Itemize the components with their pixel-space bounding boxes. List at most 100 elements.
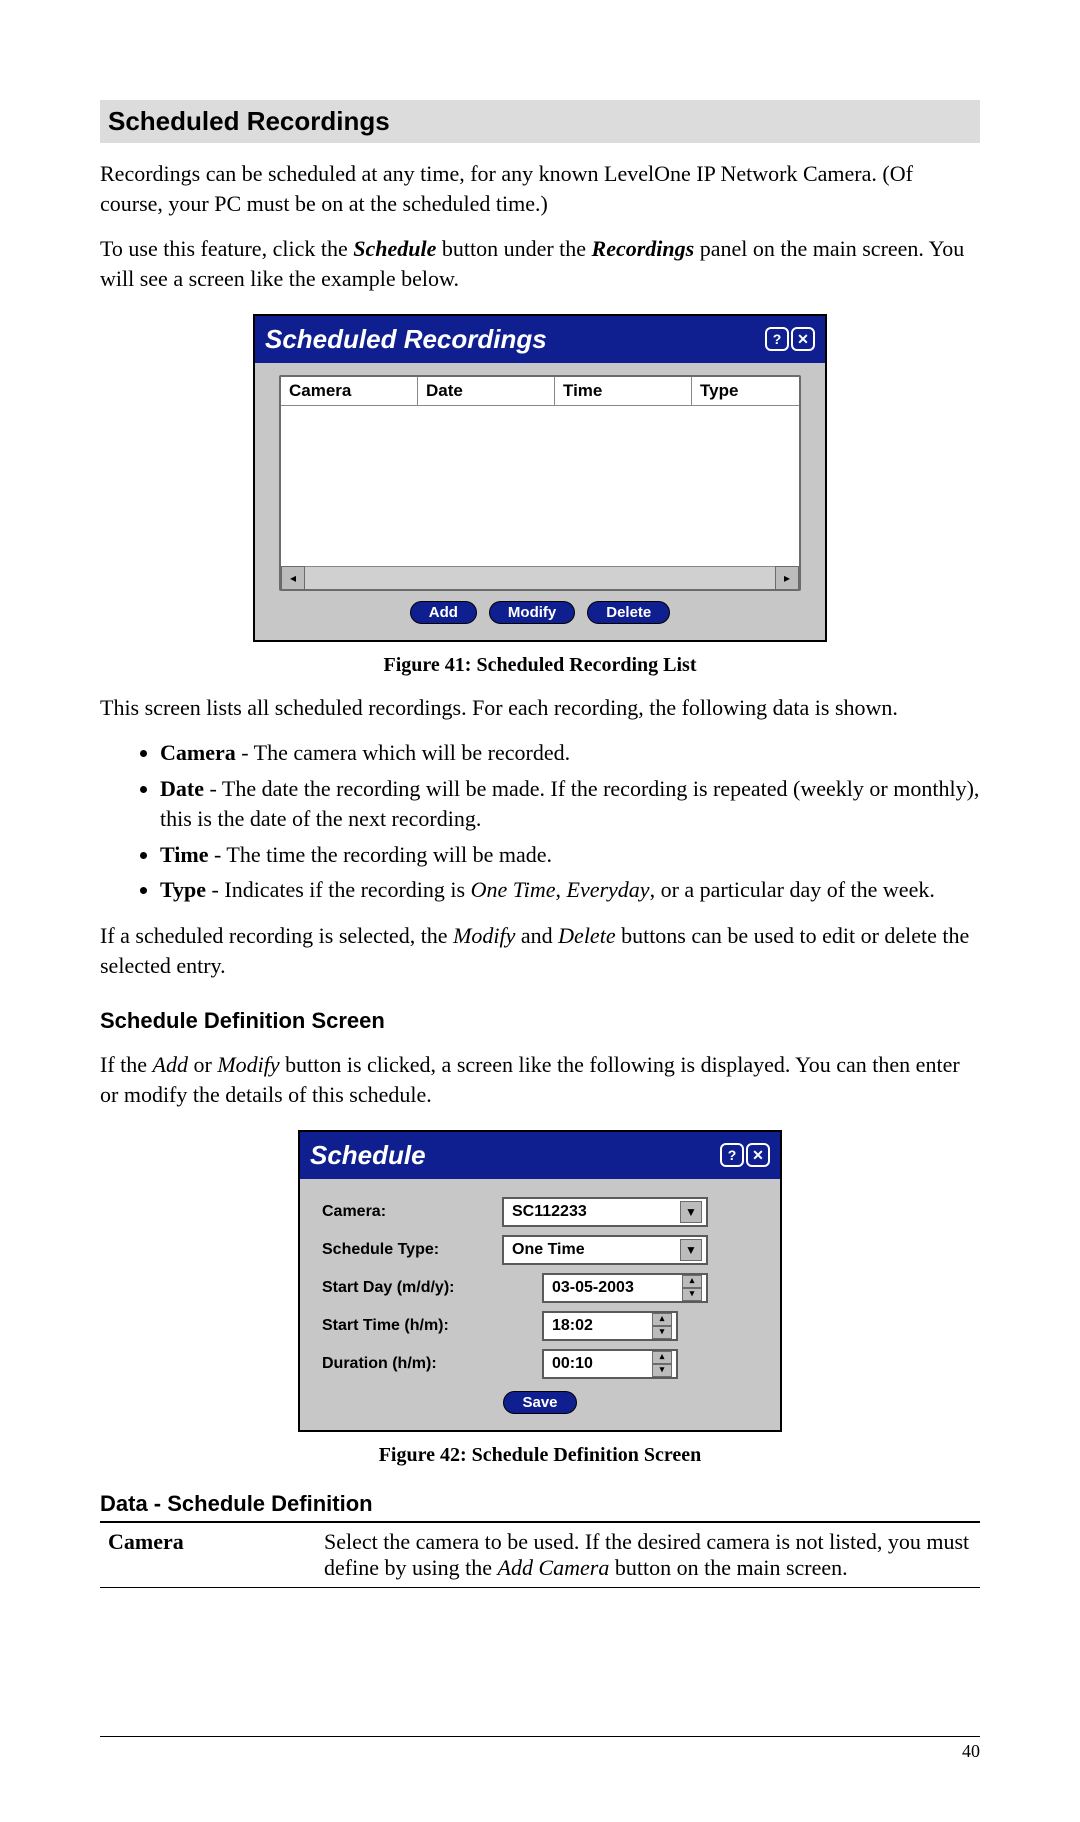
titlebar-controls: ? ✕ xyxy=(765,327,815,351)
table-row: Camera Select the camera to be used. If … xyxy=(100,1523,980,1588)
dialog-actions: Save xyxy=(322,1391,758,1414)
label-duration: Duration (h/m): xyxy=(322,1355,502,1373)
schedule-dialog: Schedule ? ✕ Camera: SC112233 ▼ Schedule… xyxy=(298,1130,782,1432)
select-value: SC112233 xyxy=(512,1203,587,1221)
emph: Modify xyxy=(217,1052,279,1077)
emph: Add xyxy=(153,1052,188,1077)
spin-down-icon[interactable]: ▾ xyxy=(682,1288,702,1301)
paragraph: If the Add or Modify button is clicked, … xyxy=(100,1050,980,1109)
text: If a scheduled recording is selected, th… xyxy=(100,923,453,948)
sub-heading: Schedule Definition Screen xyxy=(100,1008,980,1034)
label-start-time: Start Time (h/m): xyxy=(322,1317,502,1335)
label: Camera xyxy=(160,740,236,765)
label: Date xyxy=(160,776,204,801)
help-icon[interactable]: ? xyxy=(720,1143,744,1167)
figure-caption: Figure 41: Scheduled Recording List xyxy=(100,654,980,677)
text: To use this feature, click the xyxy=(100,236,353,261)
text: - The time the recording will be made. xyxy=(208,842,552,867)
spinner-buttons: ▴ ▾ xyxy=(652,1313,672,1339)
text: and xyxy=(515,923,558,948)
add-button[interactable]: Add xyxy=(410,601,477,624)
spin-down-icon[interactable]: ▾ xyxy=(652,1326,672,1339)
section-heading: Scheduled Recordings xyxy=(100,100,980,143)
column-header-camera[interactable]: Camera xyxy=(281,377,418,405)
spin-down-icon[interactable]: ▾ xyxy=(652,1364,672,1377)
text: or xyxy=(188,1052,217,1077)
camera-select[interactable]: SC112233 ▼ xyxy=(502,1197,708,1227)
text: button under the xyxy=(436,236,591,261)
chevron-down-icon[interactable]: ▼ xyxy=(680,1239,702,1261)
label-start-day: Start Day (m/d/y): xyxy=(322,1279,502,1297)
figure: Schedule ? ✕ Camera: SC112233 ▼ Schedule… xyxy=(100,1130,980,1432)
list-item: Date - The date the recording will be ma… xyxy=(160,774,980,833)
data-heading: Data - Schedule Definition xyxy=(100,1491,980,1523)
text: If the xyxy=(100,1052,153,1077)
list-item: Camera - The camera which will be record… xyxy=(160,738,980,768)
help-icon[interactable]: ? xyxy=(765,327,789,351)
form-row-start-time: Start Time (h/m): 18:02 ▴ ▾ xyxy=(322,1311,758,1341)
emph: One Time xyxy=(471,877,556,902)
list-item: Time - The time the recording will be ma… xyxy=(160,840,980,870)
label: Time xyxy=(160,842,208,867)
form-row-duration: Duration (h/m): 00:10 ▴ ▾ xyxy=(322,1349,758,1379)
bullet-list: Camera - The camera which will be record… xyxy=(100,738,980,904)
titlebar-controls: ? ✕ xyxy=(720,1143,770,1167)
label: Type xyxy=(160,877,206,902)
emph: Modify xyxy=(453,923,515,948)
form-row-start-day: Start Day (m/d/y): 03-05-2003 ▴ ▾ xyxy=(322,1273,758,1303)
close-icon[interactable]: ✕ xyxy=(791,327,815,351)
emph: Add Camera xyxy=(498,1555,610,1580)
paragraph: Recordings can be scheduled at any time,… xyxy=(100,159,980,218)
schedule-type-select[interactable]: One Time ▼ xyxy=(502,1235,708,1265)
paragraph: To use this feature, click the Schedule … xyxy=(100,234,980,293)
label-camera: Camera: xyxy=(322,1203,502,1221)
page-footer: 40 xyxy=(100,1736,980,1762)
spin-up-icon[interactable]: ▴ xyxy=(652,1351,672,1364)
paragraph: This screen lists all scheduled recordin… xyxy=(100,693,980,723)
dialog-body: Camera: SC112233 ▼ Schedule Type: One Ti… xyxy=(300,1179,780,1430)
emph: Schedule xyxy=(353,236,436,261)
spinner-value: 18:02 xyxy=(552,1317,593,1335)
scroll-left-icon[interactable]: ◂ xyxy=(281,566,305,590)
dialog-body: Camera Date Time Type ◂ ▸ Add Modify Del… xyxy=(255,363,825,640)
dialog-title: Schedule xyxy=(310,1140,426,1171)
figure: Scheduled Recordings ? ✕ Camera Date Tim… xyxy=(100,314,980,642)
text: , or a particular day of the week. xyxy=(650,877,935,902)
spin-up-icon[interactable]: ▴ xyxy=(652,1313,672,1326)
emph: Delete xyxy=(558,923,615,948)
start-day-spinner[interactable]: 03-05-2003 ▴ ▾ xyxy=(542,1273,708,1303)
label-schedule-type: Schedule Type: xyxy=(322,1241,502,1259)
text: - Indicates if the recording is xyxy=(206,877,471,902)
paragraph: If a scheduled recording is selected, th… xyxy=(100,921,980,980)
text: , xyxy=(556,877,567,902)
text: button on the main screen. xyxy=(609,1555,847,1580)
grid-empty-area xyxy=(281,406,799,566)
spinner-buttons: ▴ ▾ xyxy=(652,1351,672,1377)
text: - The camera which will be recorded. xyxy=(236,740,570,765)
page-number: 40 xyxy=(962,1741,980,1761)
scroll-right-icon[interactable]: ▸ xyxy=(775,566,799,590)
grid-header: Camera Date Time Type xyxy=(281,377,799,406)
column-header-type[interactable]: Type xyxy=(692,377,799,405)
spin-up-icon[interactable]: ▴ xyxy=(682,1275,702,1288)
modify-button[interactable]: Modify xyxy=(489,601,575,624)
delete-button[interactable]: Delete xyxy=(587,601,670,624)
dialog-titlebar: Scheduled Recordings ? ✕ xyxy=(255,316,825,363)
list-item: Type - Indicates if the recording is One… xyxy=(160,875,980,905)
duration-spinner[interactable]: 00:10 ▴ ▾ xyxy=(542,1349,678,1379)
start-time-spinner[interactable]: 18:02 ▴ ▾ xyxy=(542,1311,678,1341)
spinner-value: 00:10 xyxy=(552,1355,593,1373)
chevron-down-icon[interactable]: ▼ xyxy=(680,1201,702,1223)
horizontal-scrollbar[interactable]: ◂ ▸ xyxy=(281,566,799,589)
column-header-time[interactable]: Time xyxy=(555,377,692,405)
column-header-date[interactable]: Date xyxy=(418,377,555,405)
text: - The date the recording will be made. I… xyxy=(160,776,979,831)
emph: Recordings xyxy=(592,236,695,261)
defn-value: Select the camera to be used. If the des… xyxy=(316,1523,980,1588)
save-button[interactable]: Save xyxy=(503,1391,576,1414)
close-icon[interactable]: ✕ xyxy=(746,1143,770,1167)
emph: Everyday xyxy=(567,877,650,902)
scheduled-recordings-dialog: Scheduled Recordings ? ✕ Camera Date Tim… xyxy=(253,314,827,642)
dialog-titlebar: Schedule ? ✕ xyxy=(300,1132,780,1179)
document-page: Scheduled Recordings Recordings can be s… xyxy=(0,0,1080,1822)
